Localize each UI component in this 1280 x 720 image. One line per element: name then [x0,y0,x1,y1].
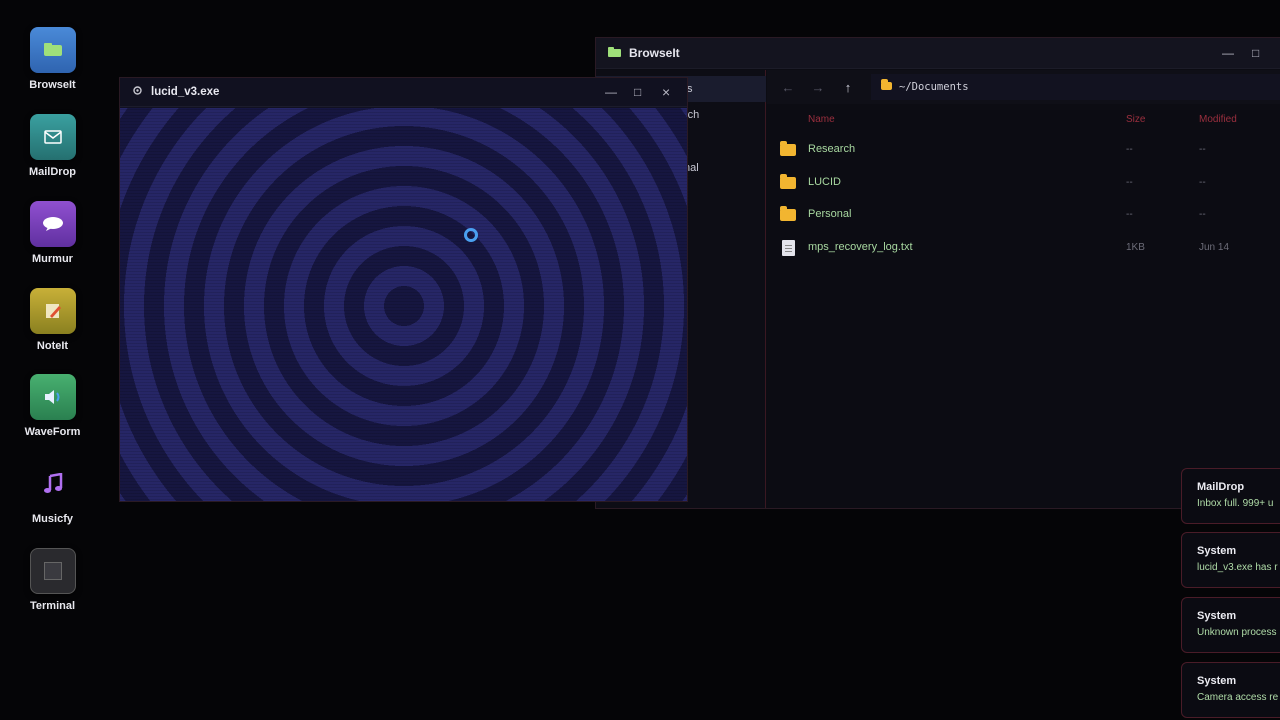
file-modified: -- [1199,209,1206,220]
browser-icon [608,44,621,62]
desktop-icon-label: Musicfy [32,513,73,525]
music-note-icon [30,461,76,507]
note-pencil-icon [29,288,76,334]
notification-title: System [1197,610,1237,622]
close-button[interactable]: × [662,78,670,107]
column-header-size[interactable]: Size [1126,114,1145,125]
desktop: BrowseIt MailDrop Murmur NoteIt WaveForm… [0,0,1280,720]
window-title: BrowseIt [629,46,680,60]
desktop-icon-label: BrowseIt [29,79,76,91]
text-file-icon [780,240,795,256]
window-title: lucid_v3.exe [151,86,220,98]
file-name: LUCID [808,176,842,188]
column-header-name[interactable]: Name [808,114,835,125]
desktop-icon-waveform[interactable]: WaveForm [20,374,85,438]
folder-icon [881,79,892,93]
desktop-icon-label: Murmur [32,253,73,265]
column-header-modified[interactable]: Modified [1199,114,1237,125]
notification-title: System [1197,545,1237,557]
forward-button[interactable]: → [803,80,833,95]
notification-body: Unknown process [1197,627,1277,638]
maximize-button[interactable]: □ [634,78,641,107]
file-size: -- [1126,144,1133,155]
notification-title: System [1197,675,1237,687]
file-row[interactable]: Personal -- -- [776,201,1280,231]
scanline-overlay [120,108,687,501]
maximize-button[interactable]: □ [1252,38,1259,69]
notification-toast[interactable]: MailDrop Inbox full. 999+ u [1181,468,1280,524]
file-modified: -- [1199,144,1206,155]
toolbar: ← → ↑ ~/Documents [767,70,1280,104]
file-row[interactable]: LUCID -- -- [776,169,1280,199]
browseit-titlebar[interactable]: BrowseIt [596,38,1280,69]
lucid-window: lucid_v3.exe — □ × [119,77,688,502]
desktop-icon-musicfy[interactable]: Musicfy [20,461,85,525]
gear-icon [132,83,143,101]
browser-icon [29,27,76,73]
file-modified: Jun 14 [1199,242,1230,253]
notification-title: MailDrop [1197,481,1245,493]
notification-toast[interactable]: System lucid_v3.exe has r [1181,532,1280,588]
file-size: -- [1126,209,1133,220]
desktop-icon-label: NoteIt [36,340,69,352]
notification-body: Camera access re [1197,692,1279,703]
loading-cursor-icon [464,228,478,242]
desktop-icon-browseit[interactable]: BrowseIt [20,27,85,91]
file-name: Research [808,143,856,155]
folder-icon [780,141,796,156]
browseit-window: BrowseIt — □ ts rch nal ← → ↑ ~/Document… [595,37,1280,509]
desktop-icon-noteit[interactable]: NoteIt [20,288,85,352]
file-name: Personal [808,208,852,220]
notification-body: Inbox full. 999+ u [1197,498,1274,509]
mail-icon [29,114,76,160]
chat-bubble-icon [29,201,76,247]
file-row[interactable]: Research -- -- [776,136,1280,166]
speaker-icon [29,374,76,420]
terminal-icon [29,548,76,594]
desktop-icon-label: WaveForm [24,426,81,438]
desktop-icon-label: MailDrop [28,166,77,178]
notification-body: lucid_v3.exe has r [1197,562,1278,573]
desktop-icon-label: Terminal [29,600,76,612]
notification-toast[interactable]: System Camera access re [1181,662,1280,718]
folder-icon [780,174,796,189]
desktop-icon-terminal[interactable]: Terminal [20,548,85,612]
file-modified: -- [1199,177,1206,188]
path-bar[interactable]: ~/Documents [871,74,1280,100]
file-row[interactable]: mps_recovery_log.txt 1KB Jun 14 [776,234,1280,264]
up-button[interactable]: ↑ [833,80,863,95]
minimize-button[interactable]: — [1222,38,1234,69]
back-button[interactable]: ← [773,80,803,95]
desktop-icon-murmur[interactable]: Murmur [20,201,85,265]
desktop-icon-maildrop[interactable]: MailDrop [20,114,85,178]
lucid-titlebar[interactable]: lucid_v3.exe [120,78,687,107]
minimize-button[interactable]: — [605,78,617,107]
notification-toast[interactable]: System Unknown process [1181,597,1280,653]
file-name: mps_recovery_log.txt [808,241,913,253]
folder-icon [780,206,796,221]
path-text: ~/Documents [899,81,969,93]
file-size: 1KB [1126,242,1145,253]
file-size: -- [1126,177,1133,188]
